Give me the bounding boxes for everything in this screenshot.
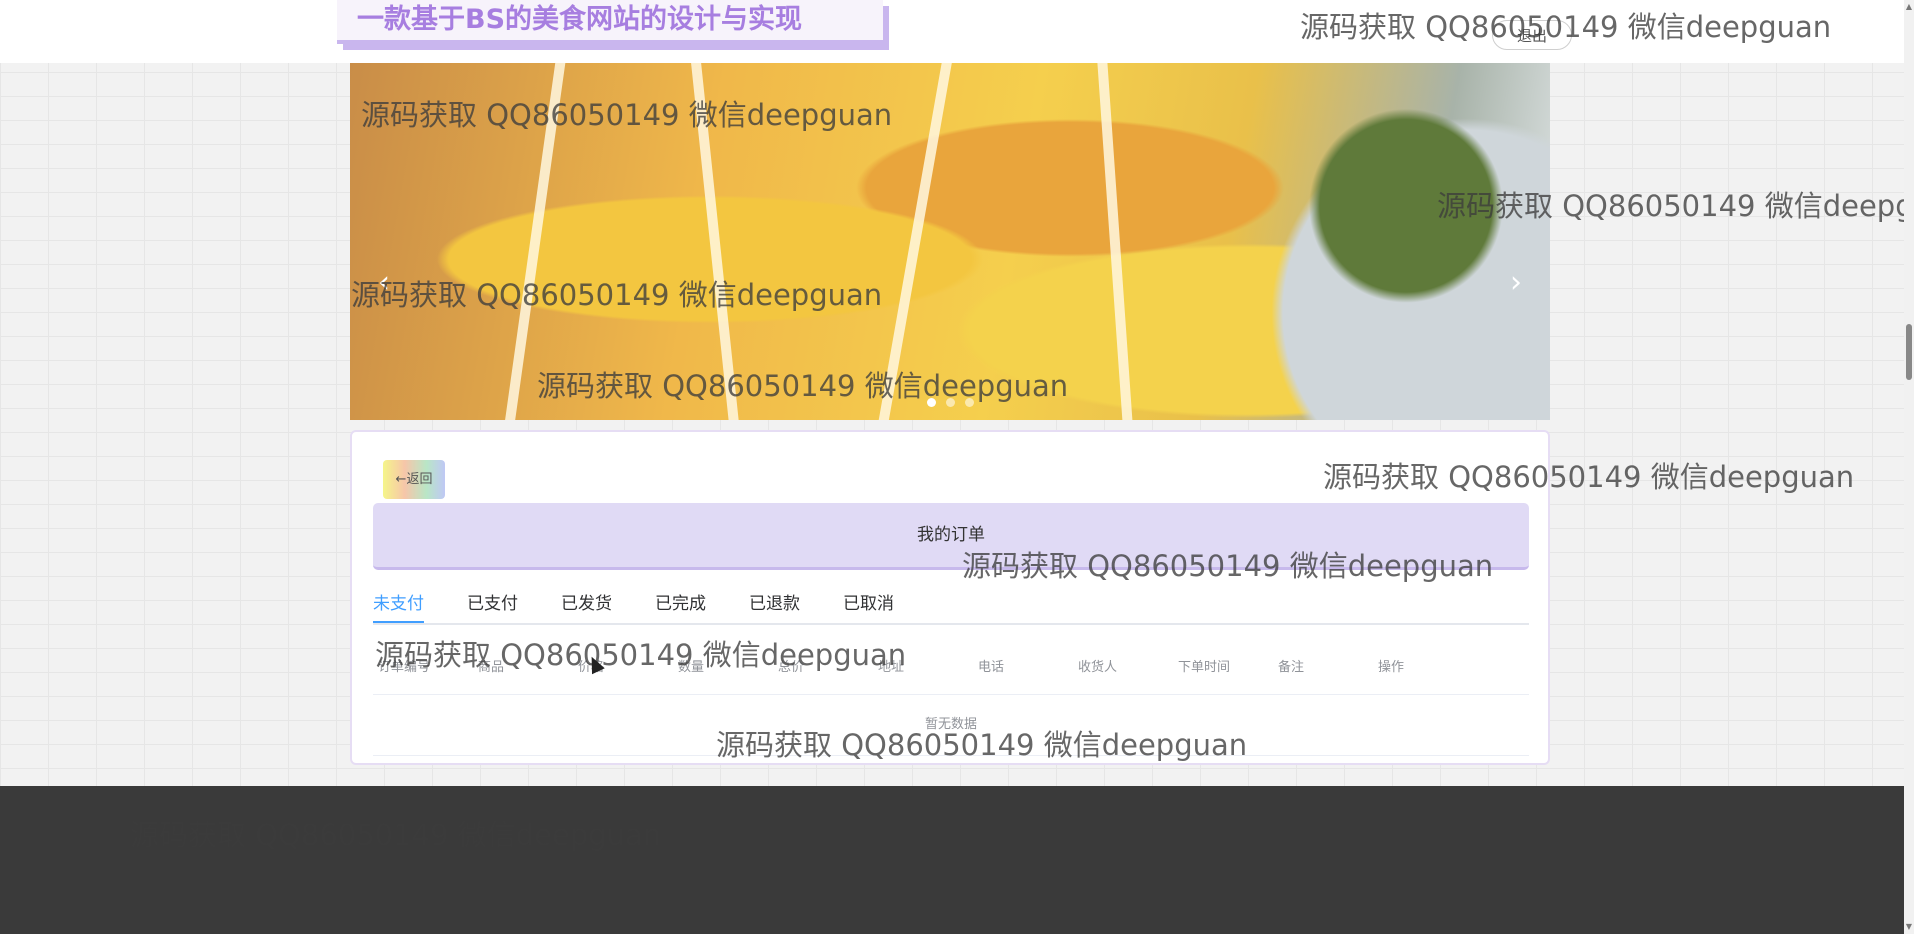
page-scrollbar[interactable]: ▲ ▼ <box>1904 0 1914 934</box>
carousel-next-icon[interactable]: › <box>1502 265 1530 301</box>
scroll-up-icon[interactable]: ▲ <box>1904 0 1914 14</box>
orders-table-header: 订单编号 商品 价格 数量 总价 地址 电话 收货人 下单时间 备注 操作 <box>373 642 1529 695</box>
column-order-time: 下单时间 <box>1178 660 1231 675</box>
carousel-dot[interactable] <box>964 398 974 407</box>
tab-cancelled[interactable]: 已取消 <box>843 587 894 621</box>
tab-unpaid[interactable]: 未支付 <box>373 587 424 623</box>
orders-heading: 我的订单 <box>373 503 1529 570</box>
logout-button[interactable]: 退出 <box>1492 20 1572 50</box>
column-address: 地址 <box>878 660 905 675</box>
carousel-prev-icon[interactable]: ‹ <box>370 265 398 301</box>
scroll-down-icon[interactable]: ▼ <box>1904 920 1914 934</box>
tab-paid[interactable]: 已支付 <box>467 587 518 621</box>
column-order-no: 订单编号 <box>378 660 431 675</box>
back-button[interactable]: ←返回 <box>383 460 445 499</box>
tab-shipped[interactable]: 已发货 <box>561 587 612 621</box>
page-footer <box>0 786 1904 934</box>
carousel-dot[interactable] <box>926 398 936 407</box>
top-header: 一款基于BS的美食网站的设计与实现 退出 <box>0 0 1904 63</box>
column-product: 商品 <box>478 660 505 675</box>
orders-panel: ←返回 我的订单 未支付 已支付 已发货 已完成 已退款 已取消 订单编号 商品… <box>350 430 1550 765</box>
column-phone: 电话 <box>978 660 1005 675</box>
column-quantity: 数量 <box>678 660 705 675</box>
column-actions: 操作 <box>1378 660 1405 675</box>
site-title: 一款基于BS的美食网站的设计与实现 <box>337 0 883 44</box>
carousel-indicators <box>350 392 1550 411</box>
tab-refunded[interactable]: 已退款 <box>749 587 800 621</box>
column-total: 总价 <box>778 660 805 675</box>
column-recipient: 收货人 <box>1078 660 1118 675</box>
column-remark: 备注 <box>1278 660 1305 675</box>
scrollbar-thumb[interactable] <box>1906 324 1912 380</box>
empty-table-message: 暂无数据 <box>373 695 1529 756</box>
carousel-dot[interactable] <box>945 398 955 407</box>
banner-carousel: ‹ › <box>350 63 1550 420</box>
tab-completed[interactable]: 已完成 <box>655 587 706 621</box>
order-status-tabs: 未支付 已支付 已发货 已完成 已退款 已取消 <box>373 587 1529 625</box>
